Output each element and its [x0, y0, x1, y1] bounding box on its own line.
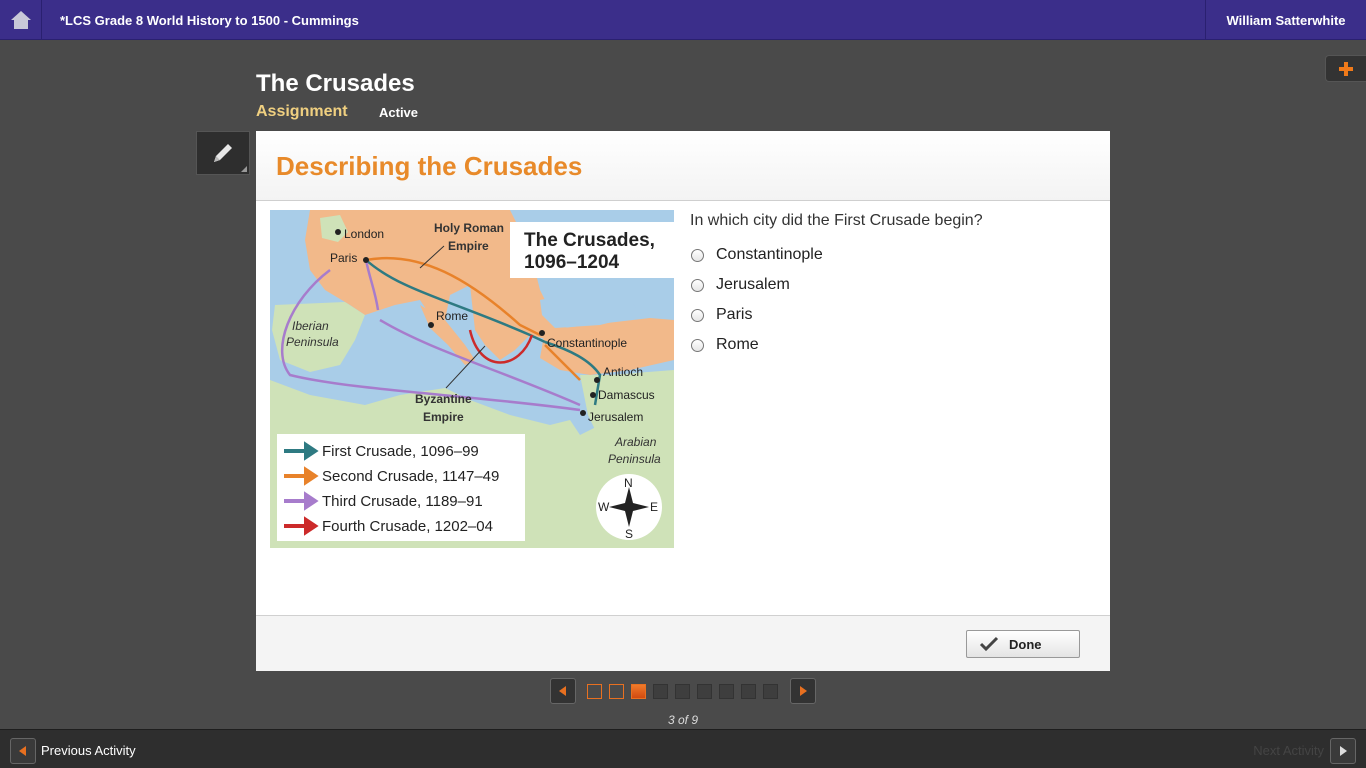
pager-page-1[interactable] [587, 684, 602, 699]
label-byz-1: Byzantine [415, 392, 472, 406]
crusades-map: The Crusades, 1096–1204 London Paris Hol… [270, 210, 674, 548]
question-text: In which city did the First Crusade begi… [690, 212, 983, 229]
label-london: London [344, 227, 384, 241]
course-title: *LCS Grade 8 World History to 1500 - Cum… [60, 13, 359, 28]
next-activity-label: Next Activity [1253, 743, 1324, 758]
option-jerusalem[interactable]: Jerusalem [690, 274, 790, 296]
compass-s: S [625, 527, 633, 541]
pager-page-8[interactable] [741, 684, 756, 699]
compass-e: E [650, 500, 658, 514]
plus-icon [1339, 61, 1353, 76]
activity-title: Describing the Crusades [276, 151, 583, 181]
legend-second-label: Second Crusade, 1147–49 [322, 468, 499, 485]
bottom-nav-bar: Previous Activity Next Activity [0, 729, 1366, 768]
pager-next-button[interactable] [790, 678, 816, 704]
activity-panel: Describing the Crusades The Crusades, 10… [256, 131, 1110, 671]
top-bar: *LCS Grade 8 World History to 1500 - Cum… [0, 0, 1366, 40]
legend-fourth-label: Fourth Crusade, 1202–04 [322, 518, 493, 535]
lesson-title: The Crusades [256, 70, 415, 97]
legend-third-label: Third Crusade, 1189–91 [322, 493, 483, 510]
option-label: Jerusalem [716, 276, 790, 293]
map-title-line2: 1096–1204 [524, 252, 620, 273]
label-damascus: Damascus [598, 388, 655, 402]
page-count: 3 of 9 [667, 713, 699, 727]
label-arabian-1: Arabian [614, 435, 657, 449]
panel-footer: Done [256, 615, 1110, 671]
triangle-right-icon [800, 686, 807, 696]
pager-page-2[interactable] [609, 684, 624, 699]
radio-button[interactable] [691, 338, 704, 352]
previous-activity-button[interactable] [10, 738, 36, 764]
home-icon [10, 11, 31, 29]
pencil-icon [214, 144, 232, 162]
label-byz-2: Empire [423, 410, 464, 424]
label-iberian-2: Peninsula [286, 335, 339, 349]
done-button[interactable]: Done [966, 630, 1080, 658]
pager-page-6[interactable] [697, 684, 712, 699]
radio-button[interactable] [691, 308, 704, 322]
panel-header: Describing the Crusades [256, 131, 1110, 201]
label-jerusalem: Jerusalem [588, 410, 643, 424]
label-paris: Paris [330, 251, 357, 265]
status-label: Active [379, 105, 419, 120]
triangle-right-icon [1340, 746, 1347, 756]
previous-activity-label[interactable]: Previous Activity [41, 743, 136, 758]
label-antioch: Antioch [603, 365, 643, 379]
user-name[interactable]: William Satterwhite [1205, 0, 1366, 40]
pager-page-5[interactable] [675, 684, 690, 699]
pager-page-9[interactable] [763, 684, 778, 699]
home-button[interactable] [0, 0, 42, 40]
triangle-left-icon [559, 686, 566, 696]
label-constantinople: Constantinople [547, 336, 627, 350]
option-paris[interactable]: Paris [690, 304, 752, 326]
resize-corner [241, 166, 247, 172]
radio-button[interactable] [691, 248, 704, 262]
label-rome: Rome [436, 309, 468, 323]
notes-button[interactable] [196, 131, 250, 175]
compass-w: W [598, 500, 610, 514]
add-button[interactable] [1325, 55, 1366, 82]
option-constantinople[interactable]: Constantinople [690, 244, 823, 266]
pager-page-4[interactable] [653, 684, 668, 699]
label-hre-1: Holy Roman [434, 221, 504, 235]
option-label: Rome [716, 336, 759, 353]
assignment-type: Assignment [256, 103, 348, 120]
label-hre-2: Empire [448, 239, 489, 253]
legend-first-label: First Crusade, 1096–99 [322, 443, 479, 460]
label-arabian-2: Peninsula [608, 452, 661, 466]
option-rome[interactable]: Rome [690, 334, 759, 356]
pager-prev-button[interactable] [550, 678, 576, 704]
triangle-left-icon [19, 746, 26, 756]
option-label: Constantinople [716, 246, 823, 263]
checkmark-icon [979, 636, 999, 652]
label-iberian-1: Iberian [292, 319, 329, 333]
radio-button[interactable] [691, 278, 704, 292]
next-activity-button[interactable] [1330, 738, 1356, 764]
pager-page-3[interactable] [631, 684, 646, 699]
compass-n: N [624, 476, 633, 490]
map-title-line1: The Crusades, [524, 230, 655, 251]
pager-page-7[interactable] [719, 684, 734, 699]
option-label: Paris [716, 306, 753, 323]
done-label: Done [1009, 636, 1042, 652]
